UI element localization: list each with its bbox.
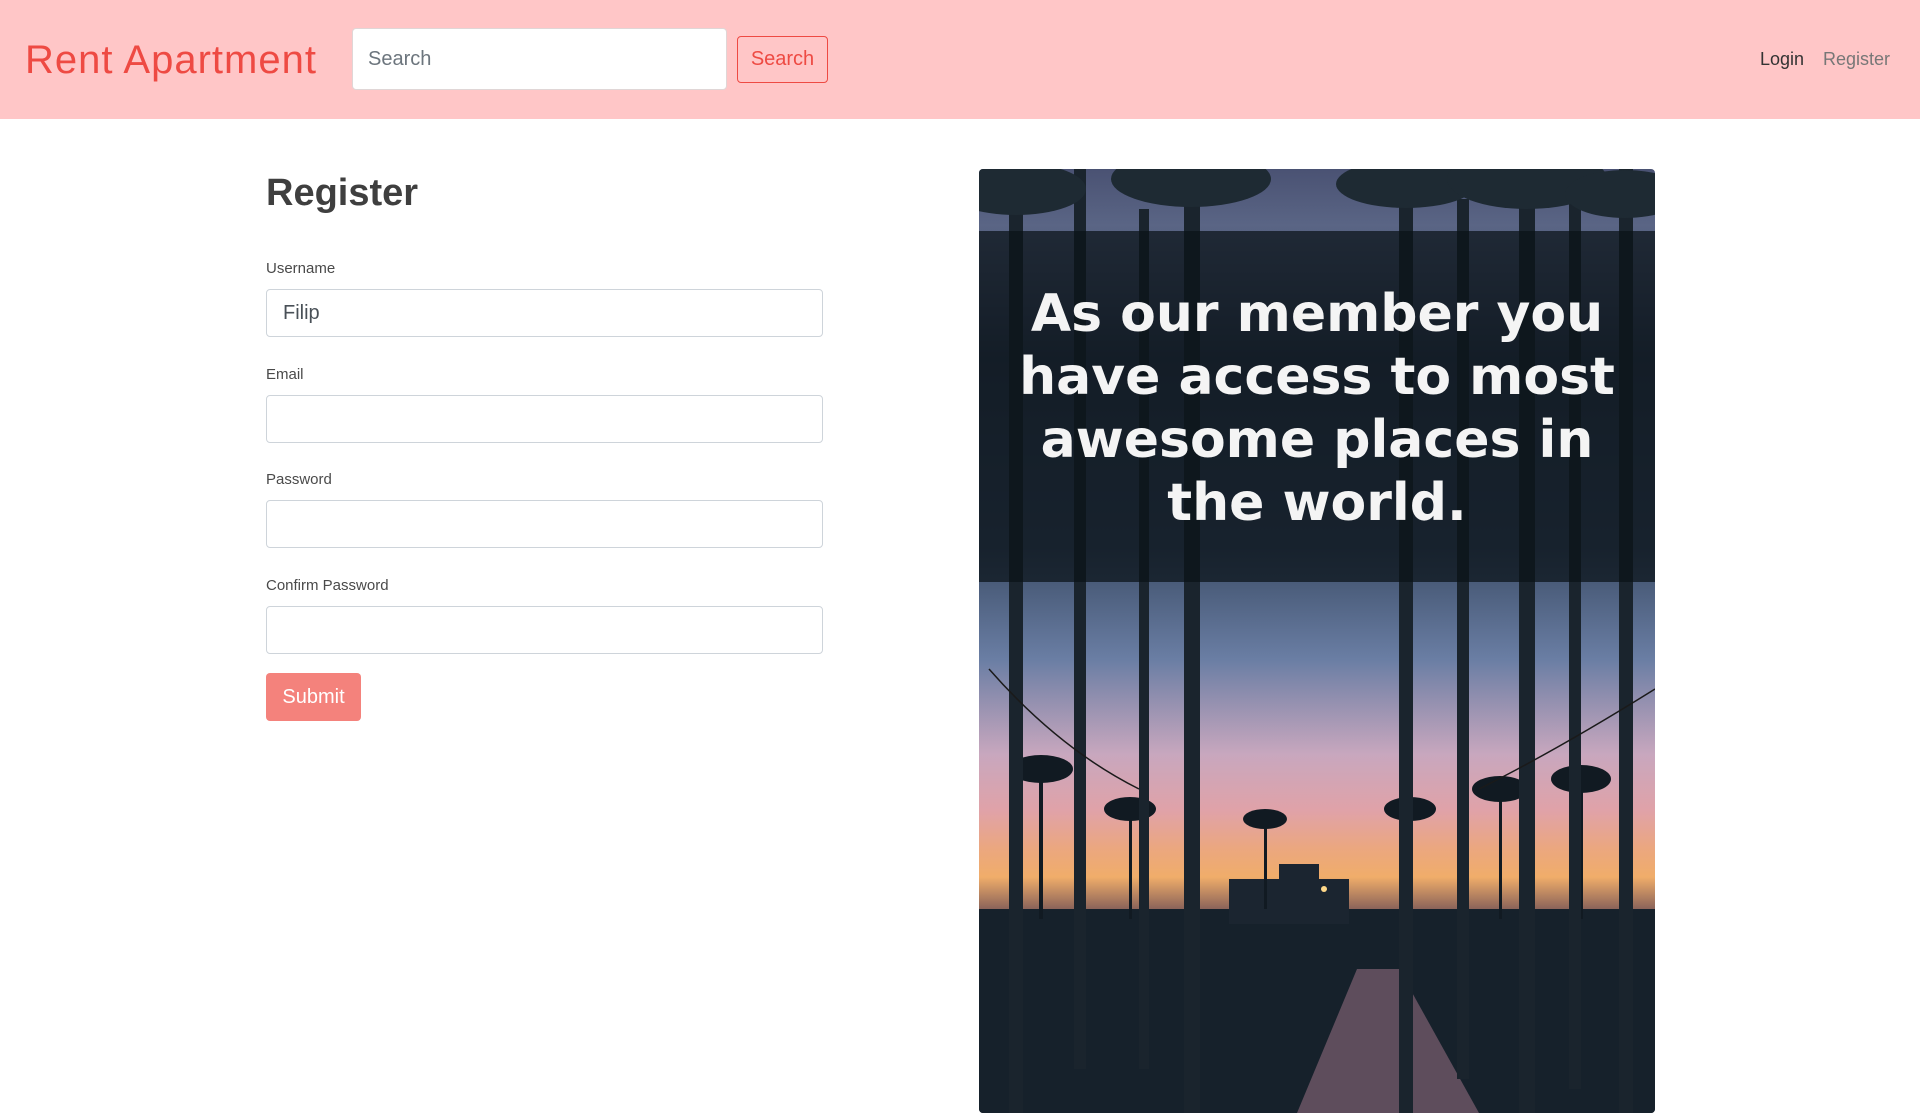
password-label: Password <box>266 471 332 488</box>
username-field[interactable] <box>266 289 823 337</box>
confirm-password-label: Confirm Password <box>266 577 389 594</box>
username-label: Username <box>266 260 336 277</box>
brand-logo-link[interactable]: Rent Apartment <box>25 34 317 86</box>
promo-text: As our member you have access to most aw… <box>1019 284 1615 533</box>
email-field[interactable] <box>266 395 823 443</box>
promo-image-panel: As our member you have access to most aw… <box>979 169 1655 1113</box>
submit-button[interactable]: Submit <box>266 673 361 721</box>
email-label: Email <box>266 366 304 383</box>
navbar: Rent Apartment Search Login Register <box>0 0 1920 119</box>
nav-register-link[interactable]: Register <box>1823 46 1890 72</box>
search-input[interactable] <box>352 28 727 90</box>
search-button[interactable]: Search <box>737 36 828 83</box>
nav-login-link[interactable]: Login <box>1760 46 1804 72</box>
confirm-password-field[interactable] <box>266 606 823 654</box>
password-field[interactable] <box>266 500 823 548</box>
page-title: Register <box>266 172 419 214</box>
